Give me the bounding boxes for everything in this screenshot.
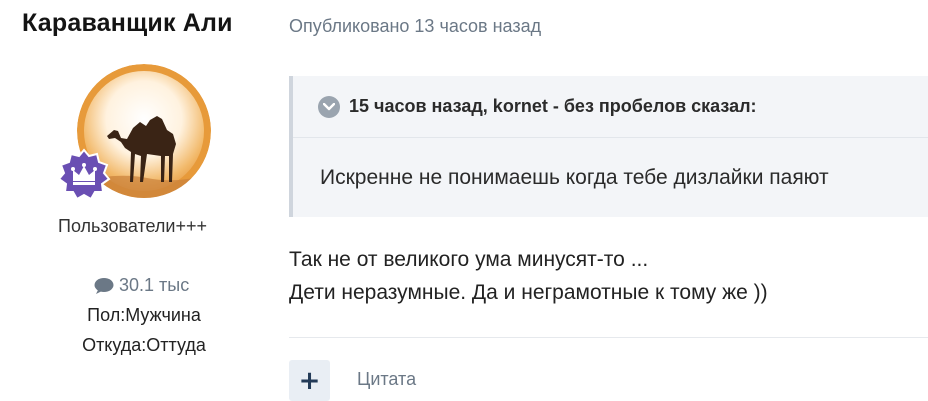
add-button[interactable]: + [289, 360, 330, 401]
rank-badge [56, 147, 112, 203]
chevron-down-icon[interactable] [318, 95, 340, 118]
quote-text: Искренне не понимаешь когда тебе дизлайк… [320, 166, 829, 189]
location-field: Откуда:Оттуда [82, 335, 206, 355]
posts-count-value: 30.1 тыс [119, 275, 190, 295]
speech-bubble-icon [94, 277, 114, 294]
post-line: Дети неразумные. Да и неграмотные к тому… [289, 281, 768, 304]
quote-button[interactable]: Цитата [357, 369, 416, 390]
posts-count: 30.1 тыс [94, 275, 189, 296]
post-body: Так не от великого ума минусят-то ... Де… [289, 243, 768, 309]
quote-citation[interactable]: 15 часов назад, kornet - без пробелов ск… [349, 96, 757, 117]
post-timestamp[interactable]: Опубликовано 13 часов назад [289, 16, 541, 37]
author-name[interactable]: Караванщик Али [22, 9, 233, 38]
quote-header[interactable]: 15 часов назад, kornet - без пробелов ск… [293, 76, 928, 138]
user-group: Пользователи+++ [58, 216, 208, 236]
quote-block: 15 часов назад, kornet - без пробелов ск… [289, 76, 928, 217]
post-line: Так не от великого ума минусят-то ... [289, 248, 649, 271]
crown-icon [57, 148, 111, 201]
divider [289, 337, 928, 338]
gender-field: Пол:Мужчина [87, 305, 201, 325]
